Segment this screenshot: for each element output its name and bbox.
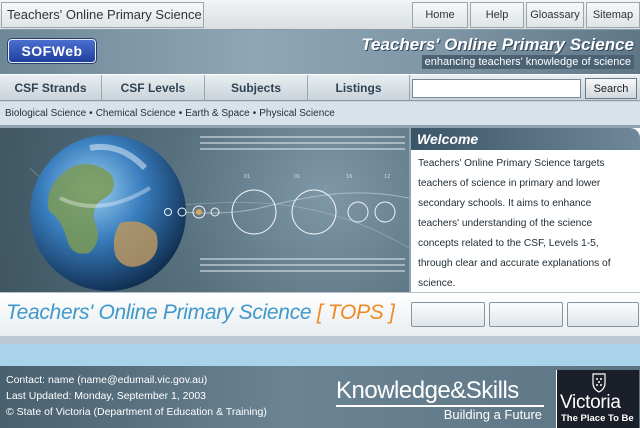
bullet-separator: • bbox=[89, 108, 93, 119]
svg-text:01: 01 bbox=[294, 174, 300, 180]
glossary-link[interactable]: Gloassary bbox=[526, 2, 584, 28]
sitemap-link[interactable]: Sitemap bbox=[586, 2, 640, 28]
welcome-text: Teachers' Online Primary Science targets… bbox=[418, 158, 611, 289]
victoria-logo[interactable]: Victoria The Place To Be bbox=[556, 370, 639, 428]
globe-illustration: 01 01 16 12 bbox=[29, 135, 409, 291]
divider-band bbox=[0, 336, 640, 344]
svg-text:01: 01 bbox=[244, 174, 250, 180]
contact-line[interactable]: Contact: name (name@edumail.vic.gov.au) bbox=[6, 372, 267, 388]
victoria-tagline: The Place To Be bbox=[561, 413, 634, 424]
banner: SOFWeb Teachers' Online Primary Science … bbox=[0, 30, 640, 74]
main-nav: CSF Strands CSF Levels Subjects Listings… bbox=[0, 74, 640, 101]
link-chemical-science[interactable]: Chemical Science bbox=[96, 108, 176, 119]
search-button[interactable]: Search bbox=[585, 78, 637, 99]
nav-csf-levels[interactable]: CSF Levels bbox=[102, 75, 205, 101]
banner-title: Teachers' Online Primary Science bbox=[361, 35, 634, 54]
ks-subtitle: Building a Future bbox=[443, 407, 542, 422]
victoria-crest-icon bbox=[592, 373, 606, 393]
hero-image: 01 01 16 12 bbox=[0, 128, 409, 292]
search-input[interactable] bbox=[412, 79, 581, 98]
tops-title: Teachers' Online Primary Science [ TOPS … bbox=[6, 301, 395, 325]
top-links: Home Help Gloassary Sitemap bbox=[410, 2, 640, 28]
top-bar: Teachers' Online Primary Science Home He… bbox=[0, 0, 640, 30]
sofweb-logo[interactable]: SOFWeb bbox=[8, 39, 96, 63]
nav-listings[interactable]: Listings bbox=[308, 75, 410, 101]
tops-title-text: Teachers' Online Primary Science bbox=[6, 301, 312, 324]
tops-button-1[interactable] bbox=[411, 302, 485, 327]
site-title: Teachers' Online Primary Science bbox=[1, 2, 204, 28]
link-biological-science[interactable]: Biological Science bbox=[5, 108, 86, 119]
nav-subjects[interactable]: Subjects bbox=[205, 75, 308, 101]
svg-text:16: 16 bbox=[346, 174, 352, 180]
link-earth-space[interactable]: Earth & Space bbox=[185, 108, 249, 119]
tops-button-3[interactable] bbox=[567, 302, 639, 327]
welcome-heading: Welcome bbox=[411, 128, 640, 150]
welcome-panel: Welcome Teachers' Online Primary Science… bbox=[409, 128, 640, 292]
nav-csf-strands[interactable]: CSF Strands bbox=[0, 75, 102, 101]
ks-title: Knowledge&Skills bbox=[336, 377, 519, 404]
tops-abbreviation: [ TOPS ] bbox=[316, 301, 395, 324]
help-link[interactable]: Help bbox=[470, 2, 524, 28]
footer: Contact: name (name@edumail.vic.gov.au) … bbox=[0, 366, 640, 428]
bullet-separator: • bbox=[178, 108, 183, 119]
link-physical-science[interactable]: Physical Science bbox=[259, 108, 335, 119]
light-bar bbox=[0, 344, 640, 366]
victoria-name: Victoria bbox=[560, 392, 621, 413]
tops-strip: Teachers' Online Primary Science [ TOPS … bbox=[0, 292, 640, 336]
bullet-separator: • bbox=[252, 108, 257, 119]
tops-button-2[interactable] bbox=[489, 302, 563, 327]
footer-info: Contact: name (name@edumail.vic.gov.au) … bbox=[6, 372, 267, 420]
strand-links: Biological Science • Chemical Science • Eart… bbox=[0, 102, 640, 125]
last-updated: Last Updated: Monday, September 1, 2003 bbox=[6, 390, 207, 402]
copyright: © State of Victoria (Department of Educa… bbox=[6, 406, 267, 418]
banner-subtitle: enhancing teachers' knowledge of science bbox=[421, 55, 634, 69]
knowledge-skills-logo[interactable]: Knowledge&Skills Building a Future bbox=[336, 378, 546, 423]
svg-text:12: 12 bbox=[384, 174, 390, 180]
home-link[interactable]: Home bbox=[412, 2, 468, 28]
